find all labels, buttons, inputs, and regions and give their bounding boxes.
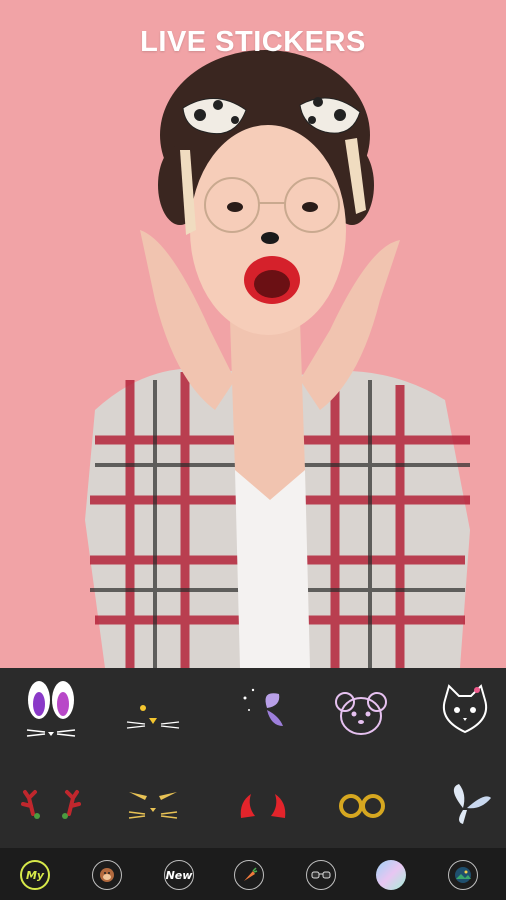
sticker-panel — [0, 668, 506, 848]
sticker-bunny-ears[interactable] — [16, 680, 86, 740]
devil-horns-icon — [240, 794, 286, 818]
monkey-category-icon — [100, 868, 114, 882]
sticker-cat-nose[interactable] — [118, 680, 188, 740]
sticker-gold-bow[interactable] — [326, 774, 396, 834]
category-holographic[interactable] — [376, 860, 406, 890]
sticker-reindeer-antlers[interactable] — [16, 774, 86, 834]
app-screen: LIVE STICKERS My New — [0, 0, 506, 900]
bunny-ears-whiskers-icon — [26, 681, 76, 737]
preview-photo: LIVE STICKERS — [0, 0, 506, 668]
sticker-kitty-face[interactable] — [430, 680, 500, 740]
sticker-cat-eyes[interactable] — [118, 774, 188, 834]
category-my[interactable]: My — [20, 860, 50, 890]
category-bar: My New — [0, 848, 506, 900]
cat-eyes-whiskers-icon — [128, 792, 178, 819]
cat-nose-whiskers-icon — [126, 705, 180, 729]
category-new-label: New — [165, 868, 193, 882]
angel-wings-icon — [453, 784, 491, 824]
category-glasses[interactable] — [306, 860, 336, 890]
sticker-mouse-face[interactable] — [326, 680, 396, 740]
woman-illustration — [85, 50, 470, 668]
promo-title: LIVE STICKERS — [140, 26, 366, 58]
butterfly-sparkle-icon — [243, 688, 283, 726]
gold-bow-icon — [339, 794, 385, 818]
kitty-face-icon — [443, 684, 487, 734]
mouse-face-icon — [335, 692, 387, 735]
reindeer-antlers-icon — [21, 790, 81, 819]
category-carrot[interactable] — [234, 860, 264, 890]
sticker-devil-horns[interactable] — [228, 774, 298, 834]
category-monkey[interactable] — [92, 860, 122, 890]
sticker-butterfly[interactable] — [228, 680, 298, 740]
category-my-label: My — [25, 868, 45, 882]
carrot-category-icon — [244, 867, 258, 881]
category-landscape[interactable] — [448, 860, 478, 890]
category-new[interactable]: New — [164, 860, 194, 890]
glasses-category-icon — [311, 871, 331, 879]
landscape-category-icon — [455, 867, 471, 883]
sticker-angel-wings[interactable] — [430, 774, 500, 834]
